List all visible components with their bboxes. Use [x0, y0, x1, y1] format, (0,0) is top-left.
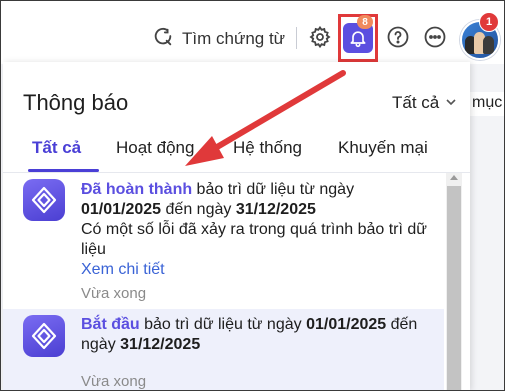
filter-label: Tất cả	[392, 93, 440, 112]
notification-date-to: 31/12/2025	[120, 336, 201, 353]
top-bar: Tìm chứng từ 8 1	[0, 0, 505, 64]
notification-count-badge: 8	[357, 15, 373, 29]
more-icon[interactable]	[422, 24, 448, 50]
help-icon[interactable]	[385, 24, 411, 50]
notification-date-to: 31/12/2025	[235, 201, 316, 218]
notification-date-from: 01/01/2025	[306, 316, 387, 333]
app-logo-icon	[23, 315, 65, 357]
notification-item[interactable]: Đã hoàn thành bảo trì dữ liệu từ ngày 01…	[3, 173, 444, 309]
tab-system[interactable]: Hệ thống	[233, 138, 302, 158]
notification-panel: Thông báo Tất cả Tất cả Hoạt động Hệ thố…	[3, 62, 470, 391]
notification-detail: Có một số lỗi đã xảy ra trong quá trình …	[81, 221, 427, 258]
notification-status: Đã hoàn thành	[81, 181, 193, 198]
active-tab-indicator	[28, 169, 99, 172]
app-logo-icon	[23, 179, 65, 221]
search-icon	[152, 26, 174, 53]
notification-item[interactable]: Bắt đầu bảo trì dữ liệu từ ngày 01/01/20…	[3, 309, 444, 391]
toolbar-divider	[296, 27, 297, 49]
tab-all[interactable]: Tất cả	[32, 138, 81, 158]
search-button[interactable]: Tìm chứng từ	[152, 24, 285, 54]
tab-activity[interactable]: Hoạt động	[116, 138, 194, 158]
search-label: Tìm chứng từ	[182, 29, 286, 48]
scrollbar-up-arrow[interactable]	[450, 175, 458, 180]
avatar-badge: 1	[479, 12, 499, 32]
settings-gear-icon[interactable]	[307, 24, 333, 50]
notification-text: Đã hoàn thành bảo trì dữ liệu từ ngày 01…	[81, 180, 441, 280]
notification-text-part: bảo trì dữ liệu từ ngày	[139, 316, 307, 333]
tab-bar: Tất cả Hoạt động Hệ thống Khuyến mại	[3, 136, 470, 173]
notification-text: Bắt đầu bảo trì dữ liệu từ ngày 01/01/20…	[81, 315, 441, 355]
notification-date-from: 01/01/2025	[81, 201, 162, 218]
notification-list: Đã hoàn thành bảo trì dữ liệu từ ngày 01…	[3, 173, 470, 391]
notification-text-part: bảo trì dữ liệu từ ngày	[192, 181, 355, 198]
view-detail-link[interactable]: Xem chi tiết	[81, 260, 441, 280]
filter-dropdown[interactable]: Tất cả	[392, 93, 457, 113]
notification-time: Vừa xong	[81, 285, 147, 302]
notification-text-part: đến ngày	[161, 201, 236, 218]
background-partial-text: mục	[467, 92, 505, 116]
notification-status: Bắt đầu	[81, 316, 140, 333]
chevron-down-icon	[445, 93, 457, 113]
notification-time: Vừa xong	[81, 373, 147, 390]
scrollbar-thumb[interactable]	[447, 186, 461, 391]
tab-promotion[interactable]: Khuyến mại	[338, 138, 428, 158]
panel-title: Thông báo	[23, 90, 129, 115]
